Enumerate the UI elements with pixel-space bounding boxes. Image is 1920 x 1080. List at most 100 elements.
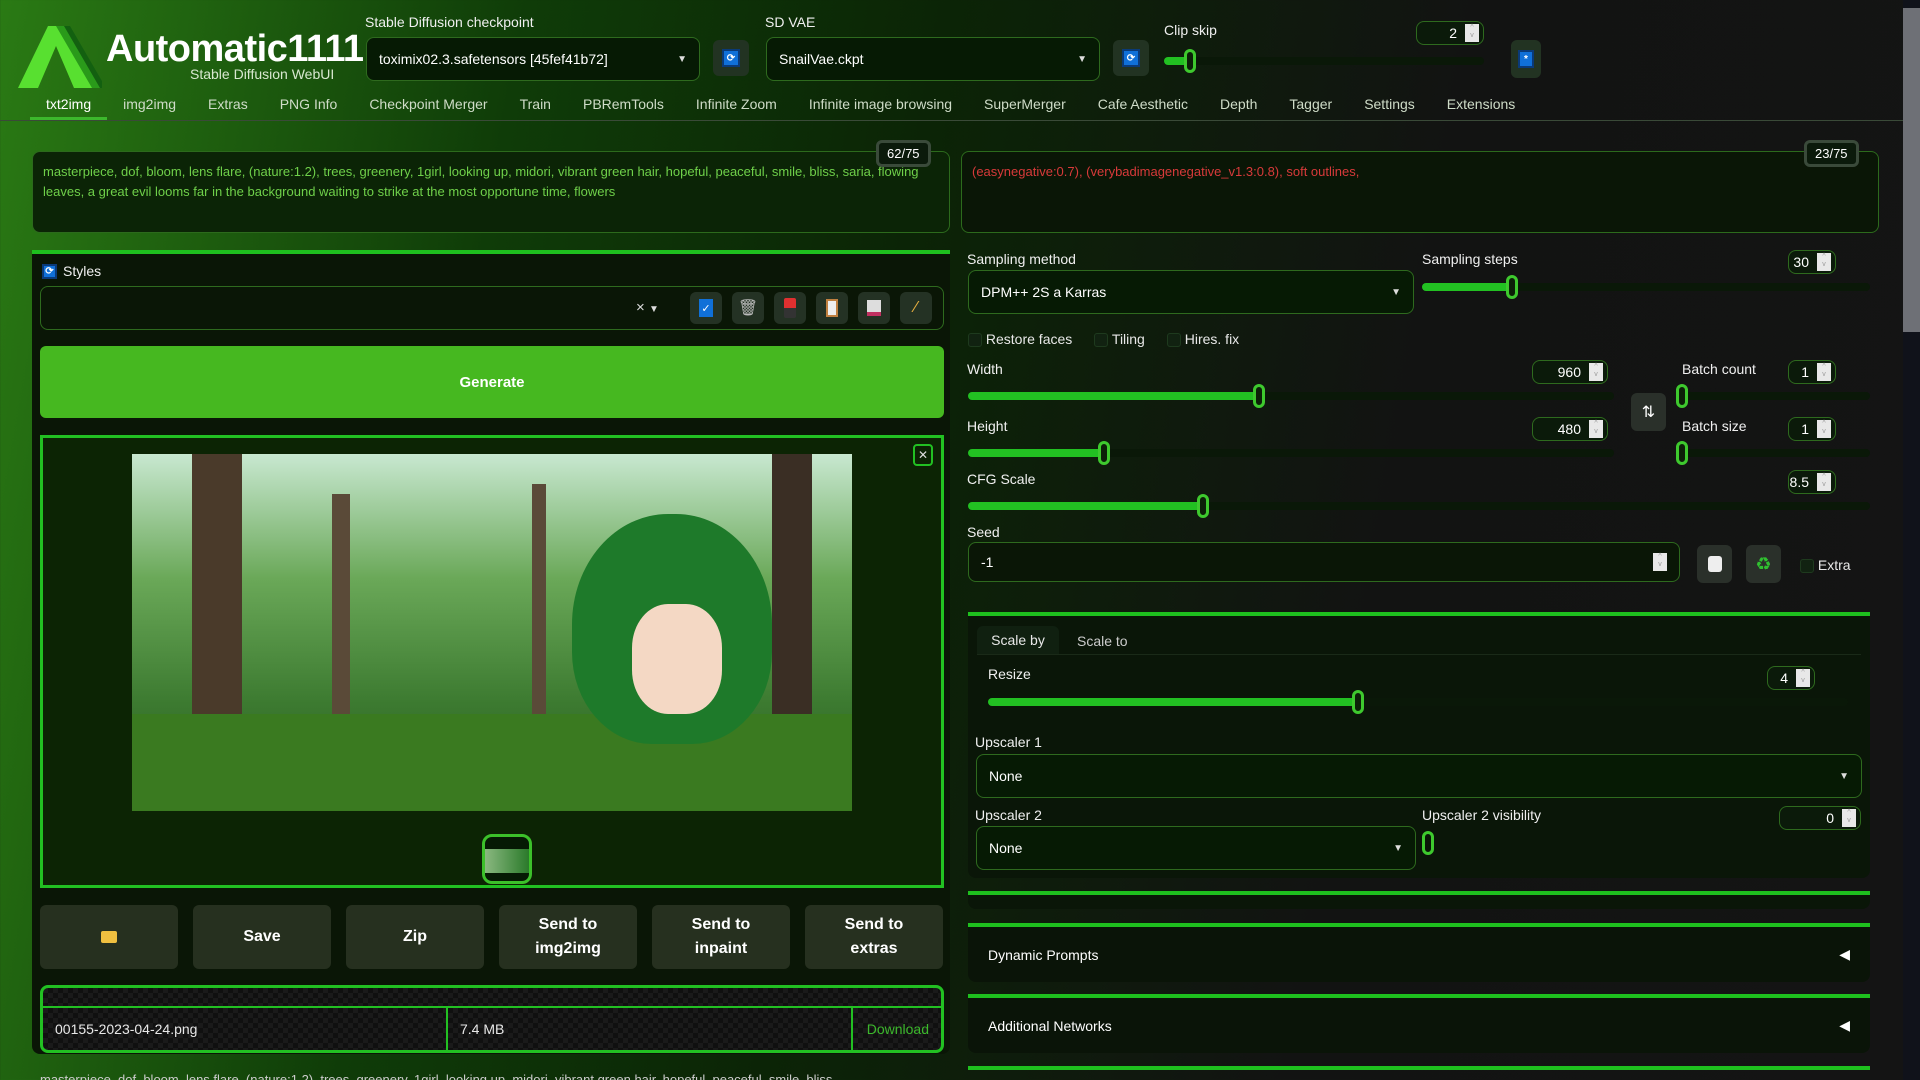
tab-extras[interactable]: Extras bbox=[192, 96, 264, 120]
negative-prompt-textarea[interactable]: (easynegative:0.7), (verybadimagenegativ… bbox=[961, 151, 1879, 233]
scrollbar[interactable] bbox=[1903, 0, 1920, 1080]
upscaler2-visibility-slider[interactable] bbox=[1422, 831, 1434, 855]
send-to-inpaint-button[interactable]: Send to inpaint bbox=[652, 905, 790, 969]
tab-tagger[interactable]: Tagger bbox=[1273, 96, 1348, 120]
upscaler2-visibility-input[interactable]: 0 ^ v bbox=[1779, 806, 1861, 830]
slider-thumb[interactable] bbox=[1196, 494, 1209, 518]
batch-size-input[interactable]: 1 ^ v bbox=[1788, 417, 1836, 441]
slider-thumb[interactable] bbox=[1097, 441, 1110, 465]
cfg-scale-input[interactable]: 8.5 ^ v bbox=[1788, 470, 1836, 494]
upscaler2-dropdown[interactable]: None ▼ bbox=[976, 826, 1416, 870]
tab-pbremtools[interactable]: PBRemTools bbox=[567, 96, 680, 120]
tab-scale-by[interactable]: Scale by bbox=[977, 626, 1059, 655]
accordion-dynamic-prompts[interactable]: Dynamic Prompts ◀ bbox=[968, 927, 1870, 982]
random-seed-button[interactable] bbox=[1697, 545, 1732, 583]
seed-input[interactable]: -1 ^ v bbox=[968, 542, 1680, 582]
slider-thumb[interactable] bbox=[1351, 690, 1364, 714]
clear-styles-button[interactable]: × ▼ bbox=[636, 299, 659, 316]
upscaler1-label: Upscaler 1 bbox=[975, 734, 1042, 750]
tab-infinite-zoom[interactable]: Infinite Zoom bbox=[680, 96, 793, 120]
clip-skip-label: Clip skip bbox=[1164, 22, 1217, 38]
tab-cafe-aesthetic[interactable]: Cafe Aesthetic bbox=[1082, 96, 1204, 120]
tab-supermerger[interactable]: SuperMerger bbox=[968, 96, 1082, 120]
vae-label: SD VAE bbox=[765, 14, 816, 30]
swap-icon: ⇅ bbox=[1641, 404, 1656, 421]
dice-icon bbox=[1707, 556, 1722, 572]
reuse-seed-button[interactable]: ♻ bbox=[1746, 545, 1781, 583]
tab-img2img[interactable]: img2img bbox=[107, 96, 192, 120]
sampling-steps-slider[interactable] bbox=[1422, 275, 1870, 299]
sampling-method-dropdown[interactable]: DPM++ 2S a Karras ▼ bbox=[968, 270, 1414, 314]
send-to-img2img-button[interactable]: Send to img2img bbox=[499, 905, 637, 969]
restore-faces-checkbox[interactable]: Restore faces bbox=[968, 331, 1072, 348]
checkpoint-dropdown[interactable]: toximix02.3.safetensors [45fef41b72] ▼ bbox=[366, 37, 700, 81]
height-input[interactable]: 480 ^ v bbox=[1532, 417, 1608, 441]
delete-style-button[interactable]: 🗑 bbox=[732, 292, 764, 324]
resize-input[interactable]: 4 ^ v bbox=[1767, 666, 1815, 690]
height-slider[interactable] bbox=[968, 441, 1614, 465]
upscaler1-dropdown[interactable]: None ▼ bbox=[976, 754, 1862, 798]
cfg-scale-slider[interactable] bbox=[968, 494, 1870, 518]
sampling-steps-input[interactable]: 30 ^ v bbox=[1788, 250, 1836, 274]
wand-icon: ⁄ bbox=[914, 299, 918, 316]
resize-slider[interactable] bbox=[988, 690, 1848, 714]
scrollbar-thumb[interactable] bbox=[1903, 8, 1920, 332]
extension-button[interactable]: * bbox=[1511, 40, 1541, 78]
tab-train[interactable]: Train bbox=[504, 96, 567, 120]
check-icon: ✓ bbox=[699, 299, 713, 317]
prompt-textarea[interactable]: masterpiece, dof, bloom, lens flare, (na… bbox=[32, 151, 950, 233]
batch-count-input[interactable]: 1 ^ v bbox=[1788, 360, 1836, 384]
clip-skip-input[interactable]: 2 ^ v bbox=[1416, 21, 1484, 45]
tiling-checkbox[interactable]: Tiling bbox=[1094, 331, 1145, 348]
tab-infinite-image-browsing[interactable]: Infinite image browsing bbox=[793, 96, 968, 120]
styles-header: ⟳ Styles bbox=[42, 263, 101, 279]
paste-style-button[interactable] bbox=[774, 292, 806, 324]
clipboard-button[interactable] bbox=[816, 292, 848, 324]
zip-button[interactable]: Zip bbox=[346, 905, 484, 969]
seed-label: Seed bbox=[967, 524, 1000, 540]
slider-thumb[interactable] bbox=[1505, 275, 1518, 299]
action-buttons: Save Zip Send to img2img Send to inpaint Sen… bbox=[40, 905, 944, 969]
extra-seed-checkbox[interactable]: Extra bbox=[1800, 557, 1851, 574]
slider-thumb[interactable] bbox=[1676, 384, 1688, 408]
spinner-icon[interactable]: ^ v bbox=[1465, 24, 1479, 42]
hires-fix-checkbox[interactable]: Hires. fix bbox=[1166, 331, 1239, 348]
generated-image[interactable] bbox=[132, 454, 852, 811]
batch-size-slider[interactable] bbox=[1676, 441, 1870, 465]
width-input[interactable]: 960 ^ v bbox=[1532, 360, 1608, 384]
refresh-checkpoint-button[interactable]: ⟳ bbox=[713, 40, 749, 76]
refresh-icon[interactable]: ⟳ bbox=[42, 263, 57, 279]
option-checkboxes: Restore faces Tiling Hires. fix bbox=[968, 331, 1239, 348]
save-style-button[interactable] bbox=[858, 292, 890, 324]
tab-checkpoint-merger[interactable]: Checkpoint Merger bbox=[353, 96, 503, 120]
send-to-extras-button[interactable]: Send to extras bbox=[805, 905, 943, 969]
accordion-additional-networks[interactable]: Additional Networks ◀ bbox=[968, 998, 1870, 1053]
open-folder-button[interactable] bbox=[40, 905, 178, 969]
tab-scale-to[interactable]: Scale to bbox=[1077, 633, 1128, 649]
batch-count-slider[interactable] bbox=[1676, 384, 1870, 408]
file-name: 00155-2023-04-24.png bbox=[43, 1008, 448, 1050]
width-slider[interactable] bbox=[968, 384, 1614, 408]
generate-button[interactable]: Generate bbox=[40, 346, 944, 418]
refresh-vae-button[interactable]: ⟳ bbox=[1113, 40, 1149, 76]
swap-dimensions-button[interactable]: ⇅ bbox=[1631, 393, 1666, 431]
tab-extensions[interactable]: Extensions bbox=[1431, 96, 1531, 120]
clip-skip-slider[interactable] bbox=[1164, 49, 1484, 73]
refresh-icon: ⟳ bbox=[1122, 49, 1140, 67]
chevron-down-icon: ▼ bbox=[1393, 842, 1403, 854]
tab-png-info[interactable]: PNG Info bbox=[264, 96, 354, 120]
slider-thumb[interactable] bbox=[1183, 49, 1196, 73]
apply-style-button[interactable]: ✓ bbox=[690, 292, 722, 324]
slider-thumb[interactable] bbox=[1252, 384, 1265, 408]
slider-thumb[interactable] bbox=[1676, 441, 1688, 465]
tab-txt2img[interactable]: txt2img bbox=[30, 96, 108, 120]
close-image-button[interactable]: ✕ bbox=[913, 444, 933, 466]
vae-dropdown[interactable]: SnailVae.ckpt ▼ bbox=[766, 37, 1100, 81]
gallery-thumbnail[interactable] bbox=[482, 834, 532, 884]
save-button[interactable]: Save bbox=[193, 905, 331, 969]
tab-depth[interactable]: Depth bbox=[1204, 96, 1273, 120]
tab-settings[interactable]: Settings bbox=[1348, 96, 1431, 120]
magic-wand-button[interactable]: ⁄ bbox=[900, 292, 932, 324]
upscaler2-label: Upscaler 2 bbox=[975, 807, 1042, 823]
download-link[interactable]: Download bbox=[853, 1021, 941, 1037]
